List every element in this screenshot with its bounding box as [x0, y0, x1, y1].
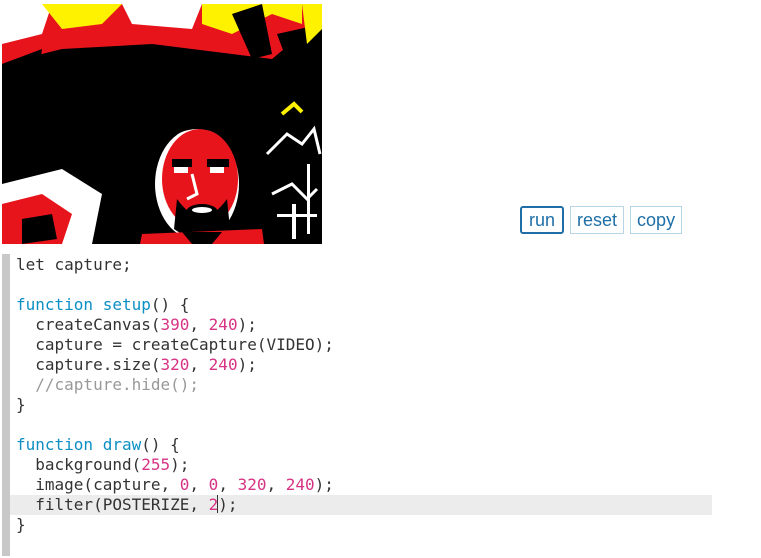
run-button[interactable]: run	[520, 206, 565, 234]
code-editor[interactable]: let capture; function setup() { createCa…	[2, 254, 712, 558]
code-token: ,	[189, 475, 209, 494]
code-line[interactable]: capture.size(320, 240);	[16, 355, 712, 375]
code-token: capture.size(	[16, 355, 161, 374]
code-line[interactable]: image(capture, 0, 0, 320, 240);	[16, 475, 712, 495]
code-token: filter(POSTERIZE,	[16, 495, 209, 514]
code-line[interactable]: function setup() {	[16, 295, 712, 315]
code-token: ,	[266, 475, 286, 494]
code-token: 240	[208, 315, 238, 334]
code-line[interactable]: }	[16, 395, 712, 415]
reset-button[interactable]: reset	[570, 206, 625, 234]
code-token: capture = createCapture(VIDEO);	[16, 335, 334, 354]
code-token: ,	[189, 355, 209, 374]
code-token: () {	[150, 295, 190, 314]
code-token: }	[16, 515, 26, 534]
code-line[interactable]: }	[16, 515, 712, 535]
code-text[interactable]: let capture; function setup() { createCa…	[10, 254, 712, 535]
code-token: //capture.hide();	[16, 375, 200, 394]
code-line[interactable]: let capture;	[16, 255, 712, 275]
code-token: );	[314, 475, 334, 494]
code-token: background(	[16, 455, 142, 474]
editor-controls: run reset copy	[520, 206, 683, 234]
code-line[interactable]: function draw() {	[16, 435, 712, 455]
code-line[interactable]: //capture.hide();	[16, 375, 712, 395]
code-line[interactable]: filter(POSTERIZE, 2);	[10, 495, 712, 515]
code-token: 0	[208, 475, 219, 494]
code-token: 255	[141, 455, 171, 474]
sketch-canvas	[2, 4, 322, 244]
code-token: () {	[141, 435, 180, 454]
code-token: }	[16, 395, 26, 414]
webcam-frame-image	[2, 4, 322, 244]
code-token: createCanvas(	[16, 315, 161, 334]
code-token: 0	[179, 475, 190, 494]
code-token: image(capture,	[16, 475, 180, 494]
code-token: );	[237, 355, 257, 374]
code-token: draw	[102, 435, 142, 454]
code-token: setup	[102, 295, 151, 314]
code-token: 320	[160, 355, 190, 374]
code-token: function	[16, 295, 103, 314]
code-token: );	[218, 495, 238, 514]
code-token: 320	[237, 475, 267, 494]
code-token: 240	[285, 475, 315, 494]
code-token: ,	[218, 475, 238, 494]
code-token: let capture;	[16, 255, 132, 274]
editor-gutter	[2, 254, 10, 556]
code-line[interactable]	[16, 275, 712, 295]
code-line[interactable]: background(255);	[16, 455, 712, 475]
code-token: );	[237, 315, 257, 334]
code-token: 390	[160, 315, 190, 334]
copy-button[interactable]: copy	[630, 206, 683, 234]
code-line[interactable]: capture = createCapture(VIDEO);	[16, 335, 712, 355]
code-token: ,	[189, 315, 209, 334]
code-token: );	[170, 455, 190, 474]
code-token: function	[16, 435, 103, 454]
code-line[interactable]: createCanvas(390, 240);	[16, 315, 712, 335]
code-token: 240	[208, 355, 238, 374]
code-line[interactable]	[16, 415, 712, 435]
